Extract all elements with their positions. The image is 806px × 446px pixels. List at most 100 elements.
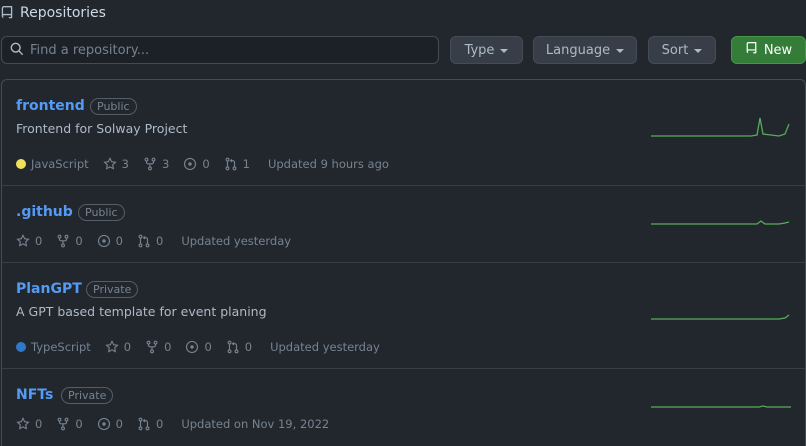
stars-count[interactable]: 0 [105,340,131,354]
visibility-badge: Public [90,98,137,115]
repository-description: Frontend for Solway Project [16,121,188,136]
repository-description: A GPT based template for event planing [16,304,267,319]
star-icon [102,157,117,170]
issues-count[interactable]: 0 [97,417,123,431]
visibility-badge: Private [86,281,139,298]
star-icon [16,234,30,247]
forks-count[interactable]: 0 [56,417,83,431]
language-filter-label: Language [545,42,611,58]
repository-row: NFTs Private 0 0 0 0 Updated on Nov 19, … [2,369,805,446]
page-title: Repositories [20,5,106,21]
language-color-dot [16,159,26,169]
fork-icon [146,340,158,354]
issue-icon [184,157,197,171]
repository-name-link[interactable]: PlanGPT [16,281,82,297]
stars-count[interactable]: 0 [16,417,42,431]
fork-icon [57,417,69,431]
stars-value: 3 [121,157,129,171]
stars-value: 0 [35,234,43,248]
pull-request-icon [225,157,237,171]
repository-meta: JavaScript 3 3 0 1 Updated 9 hours ago [16,156,389,172]
language-color-dot [16,342,26,352]
activity-sparkline [651,405,791,408]
repository-name-link[interactable]: .github [16,204,73,220]
issue-icon [186,340,199,354]
repository-meta: TypeScript 0 0 0 0 Updated yesterday [16,339,380,355]
new-repository-button[interactable]: New [731,36,806,64]
language-label: JavaScript [31,157,89,171]
language-filter-button[interactable]: Language [533,36,637,64]
repository-row: PlanGPT Private A GPT based template for… [2,263,805,369]
visibility-badge: Private [61,387,114,404]
pull-request-icon [227,340,239,354]
stars-value: 0 [35,417,43,431]
pull-requests-value: 0 [244,340,253,354]
repository-row: .github Public 0 0 0 0 Updated yesterday [2,186,805,263]
updated-time: Updated yesterday [270,340,380,354]
sort-label: Sort [661,42,689,58]
issues-value: 0 [204,340,212,354]
forks-count[interactable]: 0 [145,340,171,354]
updated-time: Updated 9 hours ago [267,157,389,171]
pull-requests-value: 1 [242,157,250,171]
stars-count[interactable]: 0 [16,234,42,248]
search-box[interactable] [1,36,439,64]
repository-row: frontend Public Frontend for Solway Proj… [2,80,805,186]
forks-value: 0 [75,234,83,248]
language-label: TypeScript [31,340,91,354]
pull-requests-count[interactable]: 1 [224,157,250,171]
chevron-down-icon [616,49,625,53]
type-filter-label: Type [464,42,495,58]
updated-time: Updated yesterday [181,234,292,248]
repository-meta: 0 0 0 0 Updated on Nov 19, 2022 [16,416,329,432]
search-input[interactable] [30,42,438,58]
fork-icon [144,157,156,171]
sort-button[interactable]: Sort [648,36,716,64]
issues-count[interactable]: 0 [185,340,212,354]
repository-meta: 0 0 0 0 Updated yesterday [16,233,291,249]
repository-list: frontend Public Frontend for Solway Proj… [1,79,806,446]
type-filter-button[interactable]: Type [450,36,523,64]
issues-value: 0 [115,417,123,431]
filter-toolbar: Type Language Sort New [0,36,806,66]
issues-value: 0 [115,234,123,248]
pull-requests-count[interactable]: 0 [137,234,163,248]
star-icon [105,340,119,353]
repo-icon [745,41,758,59]
repository-name-link[interactable]: frontend [16,98,85,114]
language: JavaScript [16,157,89,171]
new-button-label: New [763,42,793,58]
forks-value: 0 [75,417,83,431]
stars-value: 0 [123,340,132,354]
visibility-badge: Public [78,204,125,221]
fork-icon [57,234,69,248]
forks-value: 3 [161,157,170,171]
issues-count[interactable]: 0 [97,234,123,248]
activity-sparkline [651,220,790,225]
issues-count[interactable]: 0 [183,157,210,171]
forks-count[interactable]: 3 [143,157,169,171]
updated-time: Updated on Nov 19, 2022 [181,417,330,431]
star-icon [16,417,30,430]
chevron-down-icon [500,49,509,53]
forks-count[interactable]: 0 [56,234,83,248]
language: TypeScript [16,340,91,354]
repo-icon [0,6,14,20]
pull-request-icon [138,417,150,431]
repositories-header: Repositories [0,0,106,26]
issue-icon [97,234,110,248]
search-icon [10,41,24,60]
issue-icon [97,417,110,431]
chevron-down-icon [694,49,703,53]
pull-requests-value: 0 [155,417,164,431]
pull-requests-count[interactable]: 0 [137,417,163,431]
activity-sparkline [651,117,790,137]
pull-requests-count[interactable]: 0 [226,340,252,354]
pull-request-icon [138,234,150,248]
activity-sparkline [651,314,790,320]
issues-value: 0 [202,157,210,171]
repository-name-link[interactable]: NFTs [16,387,53,403]
stars-count[interactable]: 3 [102,157,129,171]
pull-requests-value: 0 [155,234,164,248]
forks-value: 0 [164,340,172,354]
